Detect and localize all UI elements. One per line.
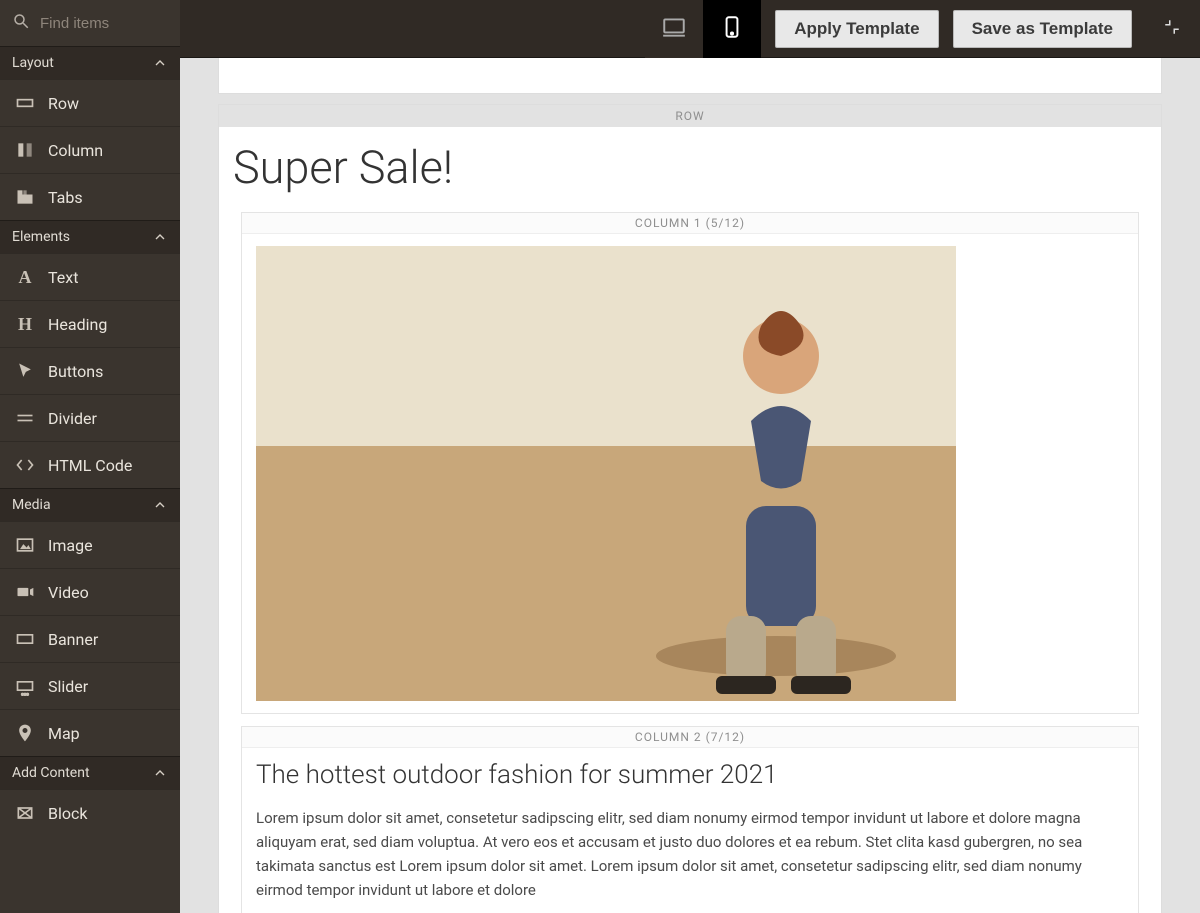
map-pin-icon bbox=[14, 722, 36, 744]
sidebar-item-label: Tabs bbox=[48, 188, 83, 207]
banner-icon bbox=[14, 628, 36, 650]
search-input[interactable] bbox=[40, 15, 168, 32]
sidebar-search[interactable] bbox=[0, 0, 180, 46]
text-icon: A bbox=[14, 266, 36, 288]
viewport-mobile-button[interactable] bbox=[703, 0, 761, 58]
viewport-toggle bbox=[645, 0, 761, 58]
chevron-up-icon bbox=[152, 55, 168, 71]
section-title: Media bbox=[12, 497, 51, 513]
topbar: Apply Template Save as Template bbox=[180, 0, 1200, 58]
search-icon bbox=[12, 12, 30, 34]
column-icon bbox=[14, 139, 36, 161]
viewport-desktop-button[interactable] bbox=[645, 0, 703, 58]
image-icon bbox=[14, 534, 36, 556]
sidebar-item-label: Row bbox=[48, 94, 79, 113]
sidebar-item-label: Video bbox=[48, 583, 89, 602]
cursor-icon bbox=[14, 360, 36, 382]
sidebar-item-divider[interactable]: Divider bbox=[0, 394, 180, 441]
page-canvas: ROW Super Sale! COLUMN 1 (5/12) bbox=[218, 58, 1162, 913]
sidebar: Layout Row Column Tabs Elements A Text H… bbox=[0, 0, 180, 913]
section-title: Elements bbox=[12, 229, 70, 245]
sidebar-item-block[interactable]: Block bbox=[0, 789, 180, 836]
slider-icon bbox=[14, 675, 36, 697]
save-template-button[interactable]: Save as Template bbox=[953, 10, 1132, 48]
section-title: Add Content bbox=[12, 765, 90, 781]
sidebar-item-banner[interactable]: Banner bbox=[0, 615, 180, 662]
desktop-icon bbox=[661, 14, 687, 44]
tabs-icon bbox=[14, 186, 36, 208]
column-1-block[interactable]: COLUMN 1 (5/12) bbox=[241, 212, 1139, 714]
chevron-up-icon bbox=[152, 765, 168, 781]
sidebar-item-video[interactable]: Video bbox=[0, 568, 180, 615]
sidebar-item-html[interactable]: HTML Code bbox=[0, 441, 180, 488]
video-icon bbox=[14, 581, 36, 603]
sidebar-item-label: Block bbox=[48, 804, 87, 823]
sidebar-item-label: HTML Code bbox=[48, 456, 132, 475]
exit-fullscreen-button[interactable] bbox=[1154, 11, 1190, 47]
sidebar-item-label: Column bbox=[48, 141, 103, 160]
sidebar-item-slider[interactable]: Slider bbox=[0, 662, 180, 709]
subheading-element[interactable]: The hottest outdoor fashion for summer 2… bbox=[256, 760, 1124, 790]
section-header-add-content[interactable]: Add Content bbox=[0, 756, 180, 789]
collapse-icon bbox=[1163, 18, 1181, 40]
sidebar-item-label: Divider bbox=[48, 409, 97, 428]
text-element[interactable]: Lorem ipsum dolor sit amet, consetetur s… bbox=[256, 806, 1124, 902]
chevron-up-icon bbox=[152, 497, 168, 513]
column-label: COLUMN 1 (5/12) bbox=[242, 213, 1138, 234]
mobile-icon bbox=[719, 14, 745, 44]
image-element[interactable] bbox=[256, 246, 956, 701]
block-icon bbox=[14, 802, 36, 824]
heading-element[interactable]: Super Sale! bbox=[227, 131, 1153, 212]
section-header-layout[interactable]: Layout bbox=[0, 46, 180, 79]
sidebar-item-text[interactable]: A Text bbox=[0, 253, 180, 300]
sidebar-item-column[interactable]: Column bbox=[0, 126, 180, 173]
sidebar-item-label: Map bbox=[48, 724, 80, 743]
main: Apply Template Save as Template ROW Supe… bbox=[180, 0, 1200, 913]
row-block-spacer[interactable] bbox=[218, 58, 1162, 94]
heading-icon: H bbox=[14, 313, 36, 335]
divider-icon bbox=[14, 407, 36, 429]
sidebar-item-label: Slider bbox=[48, 677, 88, 696]
chevron-up-icon bbox=[152, 229, 168, 245]
sidebar-item-map[interactable]: Map bbox=[0, 709, 180, 756]
sidebar-item-label: Text bbox=[48, 268, 78, 287]
section-header-elements[interactable]: Elements bbox=[0, 220, 180, 253]
sidebar-item-label: Image bbox=[48, 536, 93, 555]
column-label: COLUMN 2 (7/12) bbox=[242, 727, 1138, 748]
row-icon bbox=[14, 92, 36, 114]
sidebar-item-image[interactable]: Image bbox=[0, 521, 180, 568]
sidebar-item-row[interactable]: Row bbox=[0, 79, 180, 126]
section-title: Layout bbox=[12, 55, 54, 71]
sidebar-item-label: Banner bbox=[48, 630, 98, 649]
html-icon bbox=[14, 454, 36, 476]
apply-template-button[interactable]: Apply Template bbox=[775, 10, 938, 48]
canvas-viewport[interactable]: ROW Super Sale! COLUMN 1 (5/12) bbox=[180, 58, 1200, 913]
column-2-block[interactable]: COLUMN 2 (7/12) The hottest outdoor fash… bbox=[241, 726, 1139, 913]
sidebar-item-buttons[interactable]: Buttons bbox=[0, 347, 180, 394]
sidebar-item-tabs[interactable]: Tabs bbox=[0, 173, 180, 220]
section-header-media[interactable]: Media bbox=[0, 488, 180, 521]
sidebar-item-label: Buttons bbox=[48, 362, 103, 381]
row-label: ROW bbox=[219, 105, 1161, 127]
row-block[interactable]: ROW Super Sale! COLUMN 1 (5/12) bbox=[218, 104, 1162, 913]
sidebar-item-heading[interactable]: H Heading bbox=[0, 300, 180, 347]
sidebar-item-label: Heading bbox=[48, 315, 107, 334]
